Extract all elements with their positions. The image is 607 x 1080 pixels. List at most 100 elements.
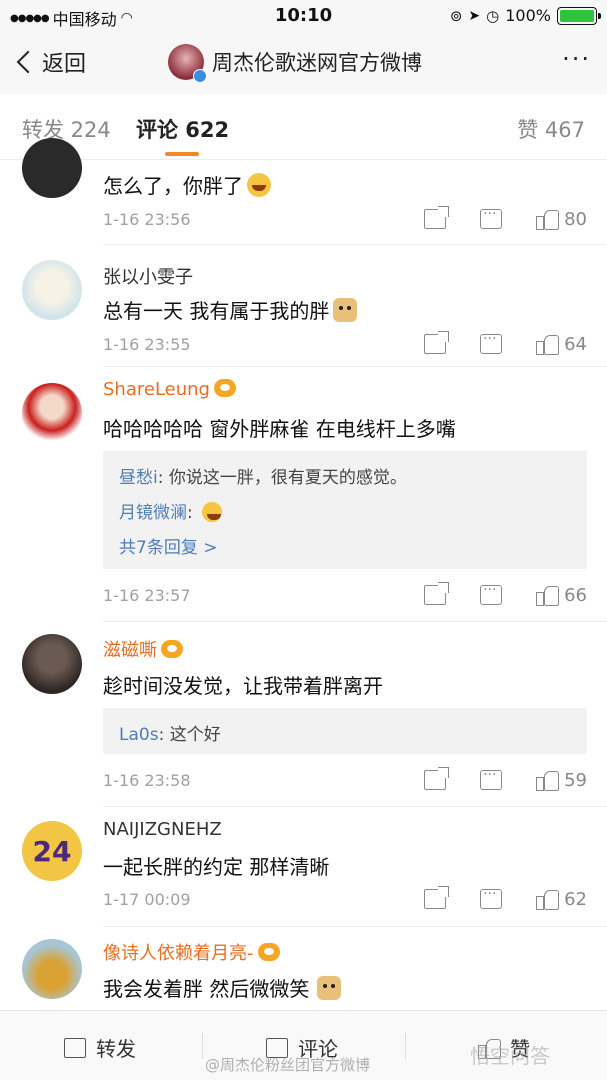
avatar[interactable] bbox=[22, 383, 82, 443]
doge-icon bbox=[317, 976, 342, 1000]
tab-likes[interactable]: 赞 467 bbox=[517, 114, 585, 144]
battery-percent: 100% bbox=[505, 6, 551, 25]
avatar[interactable] bbox=[22, 260, 82, 320]
reply-username[interactable]: 月镜微澜 bbox=[119, 503, 187, 523]
comment-item: 张以小雯子 总有一天 我有属于我的胖 1-16 23:55 64 bbox=[0, 245, 607, 367]
comment-actions: 80 bbox=[424, 206, 587, 230]
reply-icon[interactable] bbox=[480, 206, 503, 229]
avatar[interactable] bbox=[22, 634, 82, 694]
reply-username[interactable]: La0s bbox=[119, 725, 159, 745]
battery-fill bbox=[560, 9, 594, 22]
comment-username[interactable]: 像诗人依赖着月亮- bbox=[103, 939, 280, 965]
comment-time: 1-16 23:56 bbox=[103, 210, 191, 229]
chevron-left-icon bbox=[16, 50, 40, 74]
avatar[interactable]: 24 bbox=[22, 821, 82, 881]
like-count: 59 bbox=[564, 769, 587, 791]
comment-actions: 62 bbox=[424, 886, 587, 910]
divider bbox=[202, 1033, 203, 1059]
comment-text: 哈哈哈哈哈 窗外胖麻雀 在电线杆上多嘴 bbox=[103, 417, 456, 441]
verified-icon bbox=[193, 69, 207, 83]
repost-icon bbox=[64, 1037, 86, 1058]
like-count: 80 bbox=[564, 208, 587, 230]
comment-text: 怎么了，你胖了 bbox=[103, 170, 271, 199]
reply-box[interactable]: La0s: 这个好 bbox=[103, 708, 587, 754]
like-icon[interactable] bbox=[536, 333, 560, 355]
like-icon[interactable] bbox=[536, 888, 560, 910]
repost-button[interactable]: 转发 bbox=[64, 1033, 136, 1062]
share-icon[interactable] bbox=[424, 331, 450, 354]
comment-item: 滋磁嘶 趁时间没发觉，让我带着胖离开 La0s: 这个好 1-16 23:58 … bbox=[0, 622, 607, 807]
comment-item: 怎么了，你胖了 1-16 23:56 80 bbox=[0, 138, 607, 245]
comment-actions: 66 bbox=[424, 582, 587, 606]
like-count: 66 bbox=[564, 584, 587, 606]
reply-box[interactable]: 昼愁i: 你说这一胖，很有夏天的感觉。 月镜微澜: 共7条回复 > bbox=[103, 451, 587, 569]
battery-icon bbox=[557, 6, 601, 25]
comment-item: ShareLeung 哈哈哈哈哈 窗外胖麻雀 在电线杆上多嘴 昼愁i: 你说这一… bbox=[0, 367, 607, 622]
location-icon: ➤ bbox=[468, 7, 481, 24]
comment-time: 1-17 00:09 bbox=[103, 890, 191, 909]
comment-time: 1-16 23:58 bbox=[103, 771, 191, 790]
nav-bar: 返回 周杰伦歌迷网官方微博 ··· bbox=[0, 32, 607, 94]
comment-actions: 64 bbox=[424, 331, 587, 355]
more-button[interactable]: ··· bbox=[562, 47, 591, 71]
status-bar: ●●●●● 中国移动 ◠ 10:10 ⊚ ➤ ◷ 100% bbox=[0, 0, 607, 32]
reply-icon[interactable] bbox=[480, 767, 503, 790]
comment-time: 1-16 23:57 bbox=[103, 586, 191, 605]
like-icon[interactable] bbox=[536, 584, 560, 606]
laugh-icon bbox=[247, 173, 271, 197]
avatar[interactable] bbox=[22, 939, 82, 999]
account-avatar bbox=[168, 44, 207, 83]
page-title: 周杰伦歌迷网官方微博 bbox=[212, 51, 422, 75]
reply-icon[interactable] bbox=[480, 886, 503, 909]
comment-username[interactable]: 滋磁嘶 bbox=[103, 636, 183, 662]
like-icon[interactable] bbox=[536, 769, 560, 791]
tab-comments[interactable]: 评论 622 bbox=[136, 114, 229, 144]
vip-badge-icon bbox=[257, 943, 280, 961]
comment-item: 24 NAIJIZGNEHZ 一起长胖的约定 那样清晰 1-17 00:09 6… bbox=[0, 807, 607, 927]
repost-label: 转发 bbox=[96, 1037, 136, 1061]
reply-text: : 这个好 bbox=[158, 725, 221, 745]
vip-badge-icon bbox=[213, 379, 236, 397]
comment-text: 我会发着胖 然后微微笑 bbox=[103, 973, 342, 1002]
jersey-number-icon: 24 bbox=[32, 834, 72, 868]
reply-icon[interactable] bbox=[480, 582, 503, 605]
comment-username[interactable]: 张以小雯子 bbox=[103, 263, 193, 289]
back-label: 返回 bbox=[42, 52, 87, 77]
divider bbox=[405, 1033, 406, 1059]
rotation-lock-icon: ⊚ bbox=[449, 6, 463, 25]
comment-username[interactable]: ShareLeung bbox=[103, 379, 236, 400]
reply-item: 昼愁i: 你说这一胖，很有夏天的感觉。 bbox=[119, 463, 407, 488]
watermark-wukong: 悟空问答 bbox=[470, 1044, 550, 1068]
back-button[interactable]: 返回 bbox=[14, 46, 86, 78]
laugh-icon bbox=[202, 502, 223, 522]
like-count: 64 bbox=[564, 333, 587, 355]
vip-badge-icon bbox=[161, 640, 183, 658]
reply-item: 月镜微澜: bbox=[119, 498, 223, 523]
comment-text: 趁时间没发觉，让我带着胖离开 bbox=[103, 674, 383, 698]
share-icon[interactable] bbox=[424, 767, 450, 790]
reply-item: La0s: 这个好 bbox=[119, 720, 221, 745]
tab-bar: 转发 224 评论 622 赞 467 bbox=[0, 94, 607, 160]
comment-actions: 59 bbox=[424, 767, 587, 791]
watermark: @周杰伦粉丝团官方微博 bbox=[205, 1056, 371, 1074]
more-replies-link[interactable]: 共7条回复 > bbox=[119, 533, 217, 558]
like-icon[interactable] bbox=[536, 208, 560, 230]
like-count: 62 bbox=[564, 888, 587, 910]
share-icon[interactable] bbox=[424, 886, 450, 909]
reply-username[interactable]: 昼愁i bbox=[119, 468, 158, 488]
doge-icon bbox=[333, 298, 358, 322]
status-right: ⊚ ➤ ◷ 100% bbox=[449, 6, 601, 25]
reply-text: : bbox=[187, 503, 199, 523]
share-icon[interactable] bbox=[424, 206, 450, 229]
nav-title-group[interactable]: 周杰伦歌迷网官方微博 bbox=[168, 44, 422, 83]
reply-icon[interactable] bbox=[480, 331, 503, 354]
comment-time: 1-16 23:55 bbox=[103, 335, 191, 354]
comment-item: 像诗人依赖着月亮- 我会发着胖 然后微微笑 bbox=[0, 927, 607, 1010]
avatar[interactable] bbox=[22, 138, 82, 198]
comment-text: 总有一天 我有属于我的胖 bbox=[103, 295, 358, 324]
tab-active-indicator bbox=[165, 152, 199, 156]
share-icon[interactable] bbox=[424, 582, 450, 605]
tab-repost[interactable]: 转发 224 bbox=[22, 114, 111, 144]
alarm-icon: ◷ bbox=[486, 6, 500, 25]
comment-username[interactable]: NAIJIZGNEHZ bbox=[103, 819, 222, 840]
